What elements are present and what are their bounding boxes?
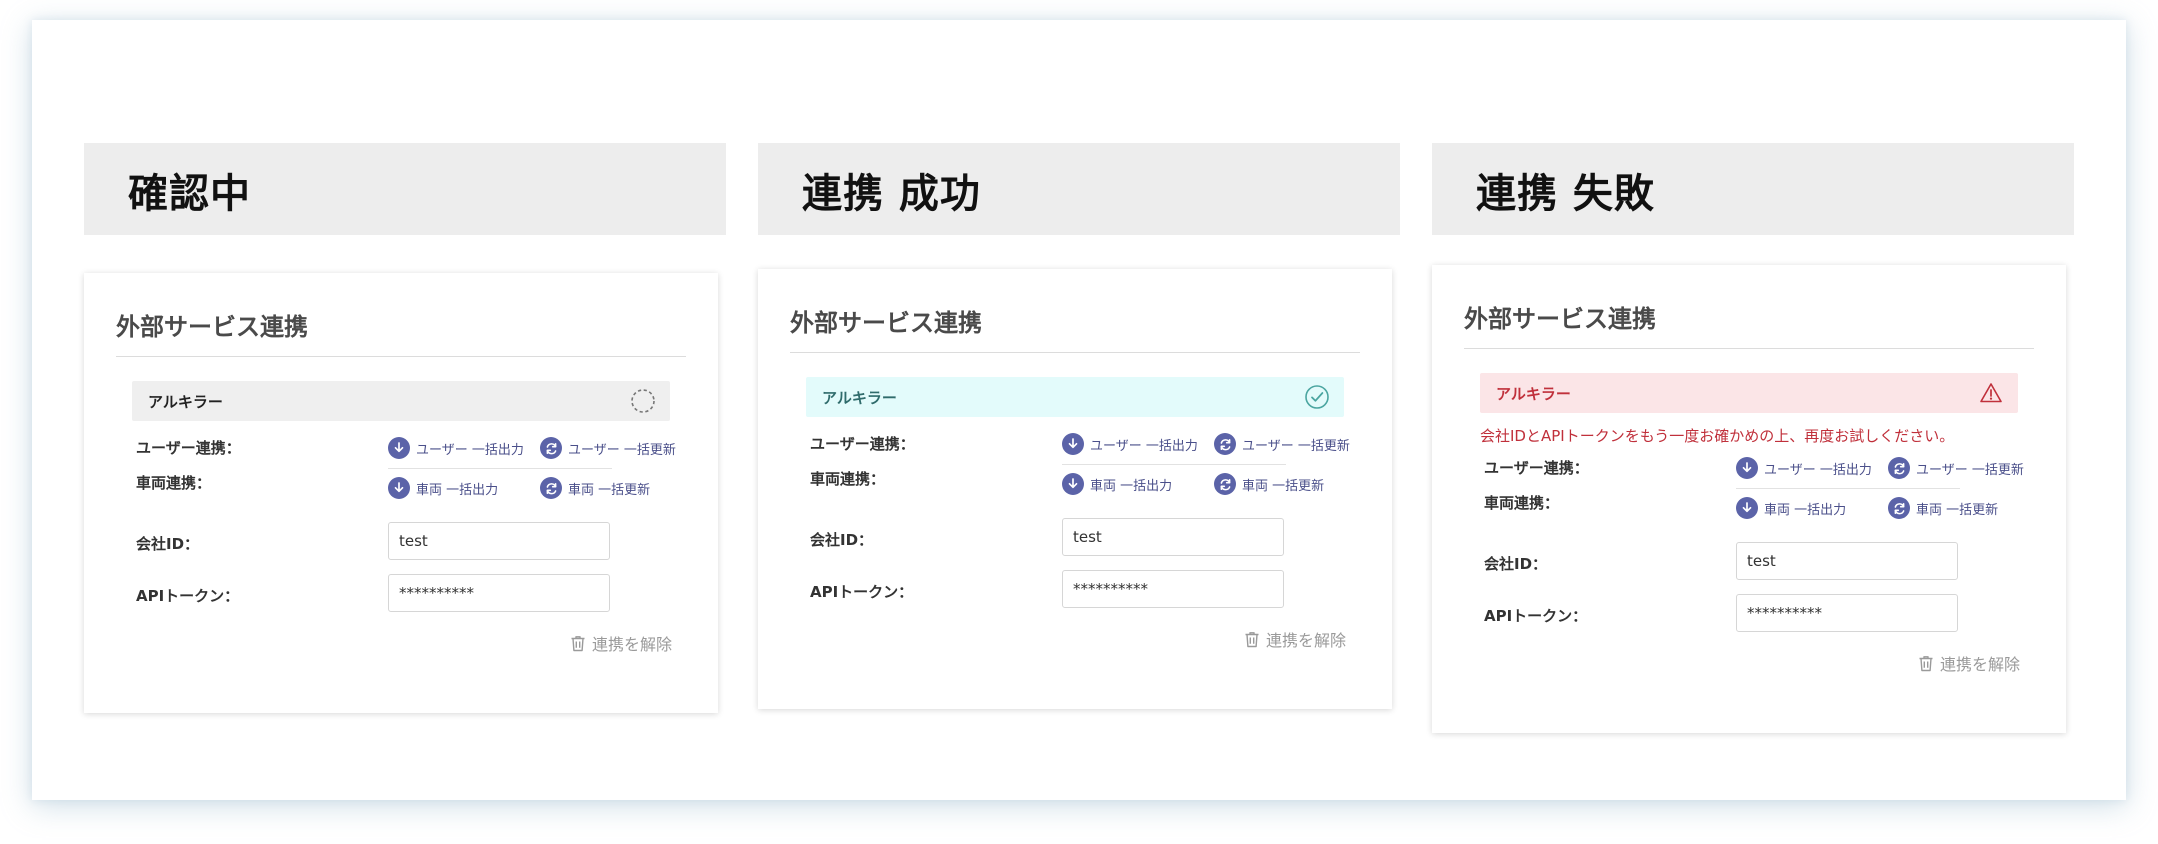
card-title: 外部サービス連携 xyxy=(116,313,308,341)
trash-icon xyxy=(1245,631,1259,647)
unlink-button[interactable]: 連携を解除 xyxy=(1244,627,1346,651)
service-status-bar: アルキラー xyxy=(806,377,1344,417)
api-token-input[interactable] xyxy=(388,574,610,612)
user-export-label: ユーザー 一括出力 xyxy=(416,442,524,458)
unlink-label: 連携を解除 xyxy=(1265,631,1346,650)
service-status-bar: アルキラー xyxy=(1480,373,2018,413)
user-update-button[interactable]: ユーザー 一括更新 xyxy=(1214,433,1350,455)
user-export-button[interactable]: ユーザー 一括出力 xyxy=(1062,433,1198,455)
card-divider xyxy=(1464,348,2034,349)
download-icon xyxy=(1062,433,1084,455)
state-header: 確認中 xyxy=(84,143,726,235)
vehicle-link-label: 車両連携： xyxy=(136,474,212,492)
vehicle-update-button[interactable]: 車両 一括更新 xyxy=(1214,473,1324,495)
user-link-label: ユーザー連携： xyxy=(1484,459,1589,477)
spinner-icon xyxy=(631,389,655,413)
download-icon xyxy=(1062,473,1084,495)
integration-card: 外部サービス連携 アルキラー ユーザー連携： 車両連携： ユーザー 一括出力 ユ… xyxy=(758,269,1392,709)
company-id-label: 会社ID： xyxy=(1484,555,1548,573)
trash-icon xyxy=(1919,655,1933,671)
unlink-button[interactable]: 連携を解除 xyxy=(1918,651,2020,675)
action-divider xyxy=(1736,488,1960,489)
api-token-label: APIトークン： xyxy=(1484,607,1588,625)
vehicle-link-label: 車両連携： xyxy=(810,470,886,488)
company-id-input[interactable] xyxy=(1062,518,1284,556)
sync-icon xyxy=(1214,433,1236,455)
user-export-button[interactable]: ユーザー 一括出力 xyxy=(388,437,524,459)
company-id-label: 会社ID： xyxy=(136,535,200,553)
api-token-label: APIトークン： xyxy=(810,583,914,601)
vehicle-link-label: 車両連携： xyxy=(1484,494,1560,512)
sync-icon xyxy=(540,477,562,499)
card-divider xyxy=(116,356,686,357)
state-column-success: 連携 成功 外部サービス連携 アルキラー ユーザー連携： 車両連携： ユーザー … xyxy=(758,143,1400,713)
download-icon xyxy=(388,437,410,459)
action-divider xyxy=(1062,464,1286,465)
page-frame: 確認中 外部サービス連携 アルキラー ユーザー連携： 車両連携： ユーザー 一括… xyxy=(32,20,2126,800)
company-id-input[interactable] xyxy=(1736,542,1958,580)
user-export-label: ユーザー 一括出力 xyxy=(1764,462,1872,478)
service-status-bar: アルキラー xyxy=(132,381,670,421)
check-circle-icon xyxy=(1305,385,1329,409)
error-message: 会社IDとAPIトークンをもう一度お確かめの上、再度お試しください。 xyxy=(1480,427,1955,445)
card-title: 外部サービス連携 xyxy=(1464,305,1656,333)
warning-icon xyxy=(1980,383,2002,403)
vehicle-export-button[interactable]: 車両 一括出力 xyxy=(1736,497,1846,519)
user-update-label: ユーザー 一括更新 xyxy=(568,442,676,458)
state-title: 確認中 xyxy=(128,171,251,217)
sync-icon xyxy=(540,437,562,459)
vehicle-update-button[interactable]: 車両 一括更新 xyxy=(540,477,650,499)
integration-card: 外部サービス連携 アルキラー 会社IDとAPIトークンをもう一度お確かめの上、再… xyxy=(1432,265,2066,733)
vehicle-export-button[interactable]: 車両 一括出力 xyxy=(1062,473,1172,495)
sync-icon xyxy=(1888,457,1910,479)
user-export-label: ユーザー 一括出力 xyxy=(1090,438,1198,454)
download-icon xyxy=(1736,457,1758,479)
state-column-pending: 確認中 外部サービス連携 アルキラー ユーザー連携： 車両連携： ユーザー 一括… xyxy=(84,143,726,713)
company-id-label: 会社ID： xyxy=(810,531,874,549)
state-header: 連携 失敗 xyxy=(1432,143,2074,235)
vehicle-update-button[interactable]: 車両 一括更新 xyxy=(1888,497,1998,519)
api-token-input[interactable] xyxy=(1736,594,1958,632)
card-divider xyxy=(790,352,1360,353)
sync-icon xyxy=(1214,473,1236,495)
vehicle-export-label: 車両 一括出力 xyxy=(416,482,499,498)
unlink-label: 連携を解除 xyxy=(591,635,672,654)
download-icon xyxy=(1736,497,1758,519)
service-name: アルキラー xyxy=(148,393,223,411)
card-title: 外部サービス連携 xyxy=(790,309,982,337)
api-token-input[interactable] xyxy=(1062,570,1284,608)
unlink-label: 連携を解除 xyxy=(1939,655,2020,674)
user-update-label: ユーザー 一括更新 xyxy=(1242,438,1350,454)
service-name: アルキラー xyxy=(822,389,897,407)
user-link-label: ユーザー連携： xyxy=(136,439,241,457)
download-icon xyxy=(388,477,410,499)
state-column-error: 連携 失敗 外部サービス連携 アルキラー 会社IDとAPIトークンをもう一度お確… xyxy=(1432,143,2074,753)
vehicle-export-label: 車両 一括出力 xyxy=(1764,502,1847,518)
user-update-button[interactable]: ユーザー 一括更新 xyxy=(1888,457,2024,479)
vehicle-update-label: 車両 一括更新 xyxy=(568,482,651,498)
state-title: 連携 失敗 xyxy=(1476,171,1655,217)
integration-card: 外部サービス連携 アルキラー ユーザー連携： 車両連携： ユーザー 一括出力 ユ… xyxy=(84,273,718,713)
user-export-button[interactable]: ユーザー 一括出力 xyxy=(1736,457,1872,479)
service-name: アルキラー xyxy=(1496,385,1571,403)
vehicle-update-label: 車両 一括更新 xyxy=(1242,478,1325,494)
trash-icon xyxy=(571,635,585,651)
vehicle-export-button[interactable]: 車両 一括出力 xyxy=(388,477,498,499)
company-id-input[interactable] xyxy=(388,522,610,560)
user-update-label: ユーザー 一括更新 xyxy=(1916,462,2024,478)
user-link-label: ユーザー連携： xyxy=(810,435,915,453)
state-title: 連携 成功 xyxy=(802,171,981,217)
vehicle-export-label: 車両 一括出力 xyxy=(1090,478,1173,494)
api-token-label: APIトークン： xyxy=(136,587,240,605)
unlink-button[interactable]: 連携を解除 xyxy=(570,631,672,655)
sync-icon xyxy=(1888,497,1910,519)
action-divider xyxy=(388,468,612,469)
state-header: 連携 成功 xyxy=(758,143,1400,235)
user-update-button[interactable]: ユーザー 一括更新 xyxy=(540,437,676,459)
vehicle-update-label: 車両 一括更新 xyxy=(1916,502,1999,518)
